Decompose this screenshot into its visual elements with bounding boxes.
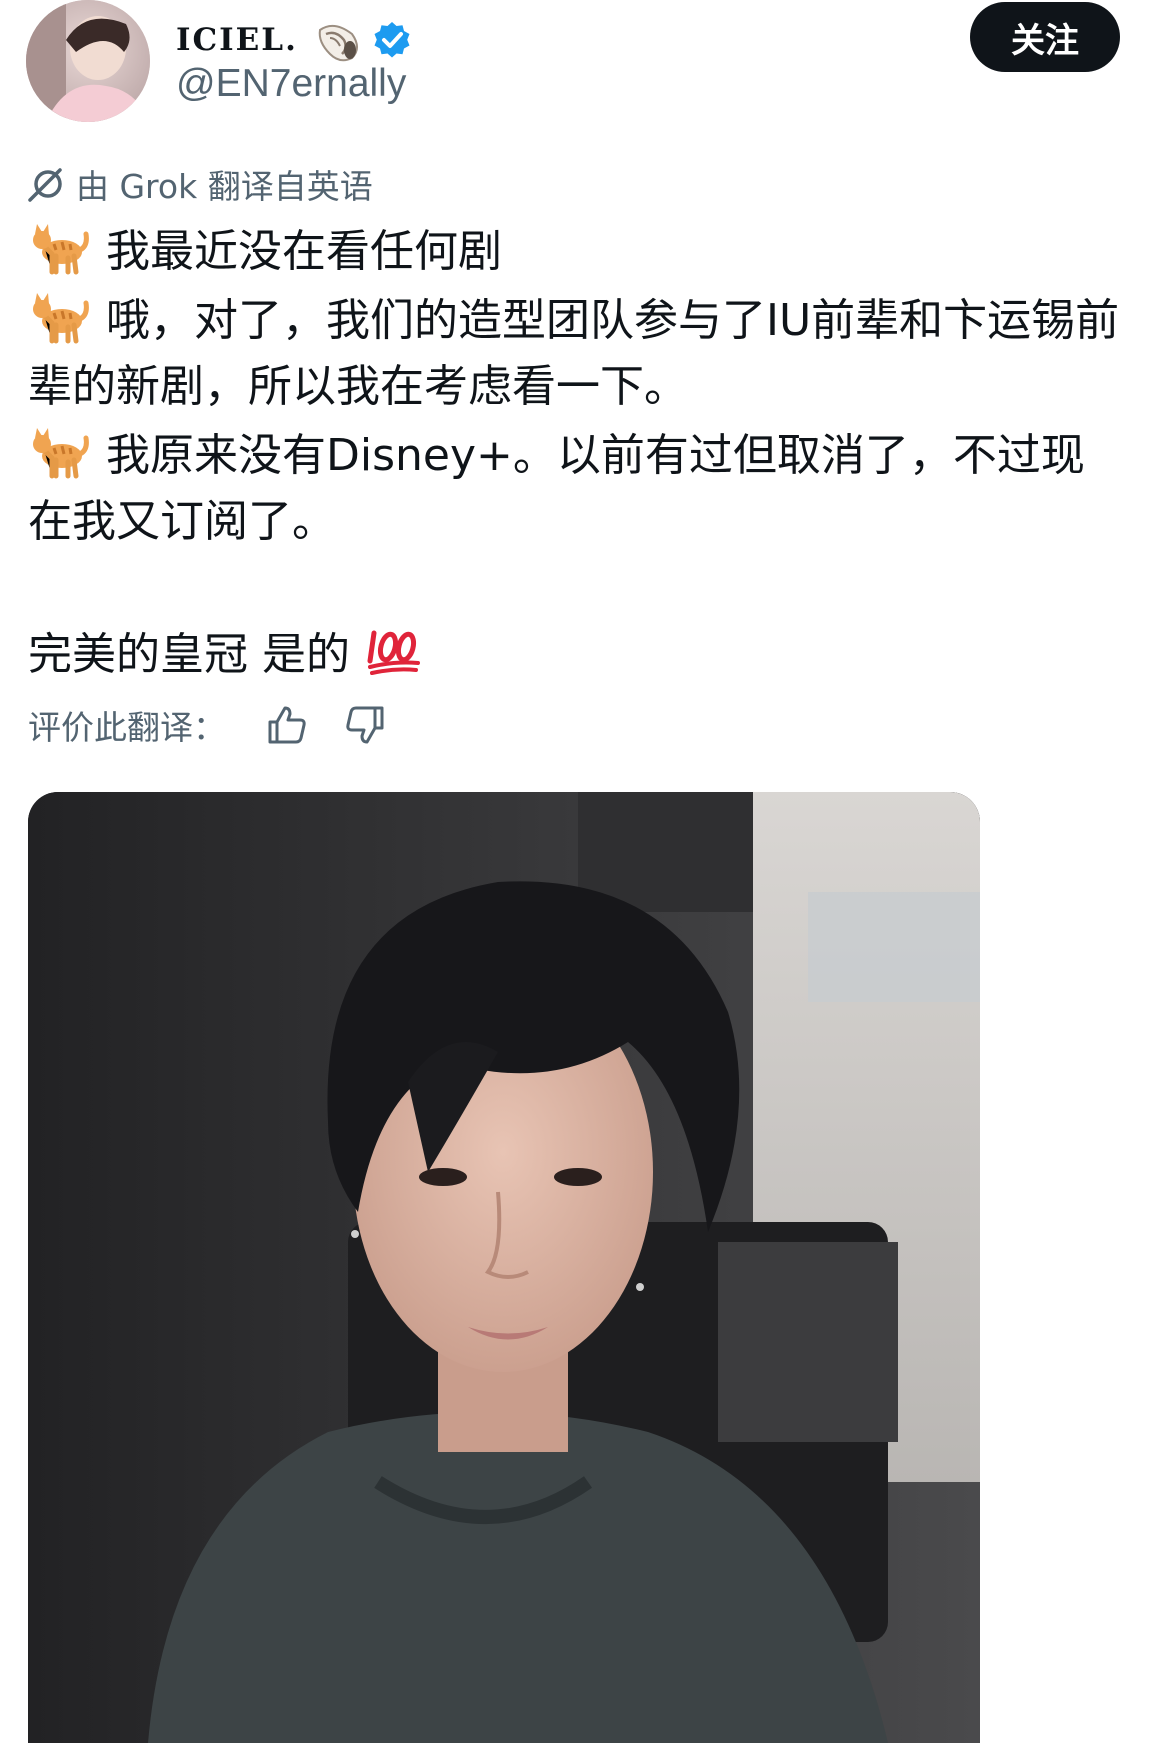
follow-button[interactable]: 关注 — [970, 2, 1120, 72]
cat-emoji-icon — [33, 224, 89, 275]
display-name[interactable]: ICIEL. — [176, 22, 298, 58]
hundred-points-emoji-icon — [367, 630, 420, 675]
thumbs-up-icon[interactable] — [266, 704, 308, 746]
tweet-line-4: 完美的皇冠 是的 — [28, 621, 1128, 688]
translation-notice: 由 Grok 翻译自英语 — [26, 160, 373, 208]
tweet-line-2-text: 哦，对了，我们的造型团队参与了IU前辈和卞运锡前辈的新剧，所以我在考虑看一下。 — [28, 295, 1120, 412]
cat-emoji-icon — [33, 428, 89, 479]
rate-translation: 评价此翻译： — [28, 700, 386, 750]
tweet-line-4-text: 完美的皇冠 是的 — [28, 629, 350, 680]
author-name-row: ICIEL. — [176, 14, 412, 66]
tweet-photo[interactable] — [28, 792, 980, 1743]
avatar[interactable] — [26, 0, 150, 122]
handle[interactable]: @EN7ernally — [176, 62, 406, 106]
tweet-line-1-text: 我最近没在看任何剧 — [106, 226, 502, 277]
tweet-line-3-text: 我原来没有Disney+。以前有过但取消了，不过现在我又订阅了。 — [28, 430, 1085, 547]
photo-image — [28, 792, 980, 1743]
tweet-line-1: 我最近没在看任何剧 — [28, 216, 1128, 285]
shell-emoji-icon — [318, 24, 358, 62]
grok-icon — [28, 168, 62, 202]
tweet-line-3: 我原来没有Disney+。以前有过但取消了，不过现在我又订阅了。 — [28, 420, 1128, 555]
tweet-line-2: 哦，对了，我们的造型团队参与了IU前辈和卞运锡前辈的新剧，所以我在考虑看一下。 — [28, 285, 1128, 420]
avatar-image — [26, 0, 150, 122]
thumbs-down-icon[interactable] — [344, 704, 386, 746]
rate-label: 评价此翻译： — [28, 708, 226, 747]
cat-emoji-icon — [33, 293, 89, 344]
verified-badge-icon — [374, 22, 410, 58]
tweet-text: 我最近没在看任何剧 哦，对了，我们的造型团队参与了IU前辈和卞运锡前辈的新剧，所… — [28, 216, 1128, 688]
translation-label[interactable]: 由 Grok 翻译自英语 — [76, 160, 373, 208]
